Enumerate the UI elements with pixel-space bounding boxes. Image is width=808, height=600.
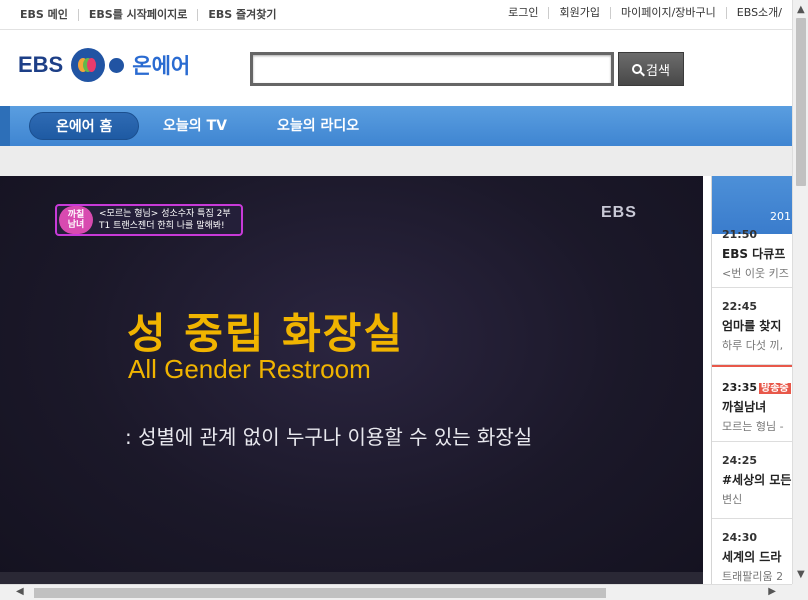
video-title-korean: 성 중립 화장실	[127, 309, 405, 358]
live-badge: 방송중	[759, 383, 791, 394]
show-badge: 까칠 남녀 <모르는 형님> 성소수자 특집 2부 T1 트랜스젠더 한희 나를 …	[55, 204, 243, 236]
link-ebs-about[interactable]: EBS소개/	[725, 7, 792, 19]
utility-right-links: 로그인 회원가입 마이페이지/장바구니 EBS소개/	[498, 7, 792, 19]
schedule-time: 22:45	[722, 300, 758, 313]
schedule-title: EBS 다큐프	[722, 247, 786, 261]
link-set-homepage[interactable]: EBS를 시작페이지로	[77, 9, 198, 21]
nav-spacer	[0, 146, 792, 176]
link-mypage[interactable]: 마이페이지/장바구니	[609, 7, 726, 19]
service-name: 온에어	[132, 54, 191, 78]
schedule-desc: 하루 다섯 끼,	[722, 339, 784, 352]
schedule-item[interactable]: 24:25 #세상의 모든 변신	[712, 442, 792, 519]
vertical-scrollbar[interactable]: ▲ ▼	[792, 0, 808, 584]
schedule-desc: 트래팔리움 2	[722, 570, 784, 583]
tab-onair-home[interactable]: 온에어 홈	[29, 112, 140, 140]
site-header: EBS 온에어 검색	[0, 30, 792, 106]
utility-bar: EBS 메인 EBS를 시작페이지로 EBS 즐겨찾기 로그인 회원가입 마이페…	[0, 0, 792, 30]
show-logo: 까칠 남녀	[59, 206, 93, 234]
nav-edge	[0, 106, 10, 146]
schedule-panel: 201 21:50 EBS 다큐프 <번 이웃 키즈 22:45 엄마를 찾지 …	[711, 176, 792, 586]
schedule-item-now[interactable]: 23:35 방송중 까칠남녀 모르는 형님 -	[712, 365, 792, 442]
link-login[interactable]: 로그인	[498, 7, 548, 19]
vertical-scroll-thumb[interactable]	[796, 18, 806, 186]
horizontal-scrollbar[interactable]: ◀ ▶	[0, 584, 792, 600]
scroll-right-icon[interactable]: ▶	[768, 586, 776, 597]
scroll-left-icon[interactable]: ◀	[16, 586, 24, 597]
scrollbar-corner	[792, 584, 808, 600]
utility-left-links: EBS 메인 EBS를 시작페이지로 EBS 즐겨찾기	[10, 9, 287, 21]
schedule-time: 21:50	[722, 228, 758, 241]
schedule-item[interactable]: 24:30 세계의 드라 트래팔리움 2	[712, 519, 792, 586]
scroll-down-icon[interactable]: ▼	[797, 569, 805, 580]
schedule-item[interactable]: 22:45 엄마를 찾지 하루 다섯 끼,	[712, 288, 792, 365]
badge-text: <모르는 형님> 성소수자 특집 2부 T1 트랜스젠더 한희 나를 말해봐!	[99, 208, 231, 232]
schedule-title: 세계의 드라	[722, 550, 782, 564]
logo-dot-icon	[109, 57, 125, 73]
schedule-time: 23:35 방송중	[722, 367, 792, 394]
ebs-logo-icon	[71, 48, 106, 82]
search-input[interactable]	[250, 52, 614, 86]
ebs-watermark: EBS	[601, 204, 637, 221]
schedule-time: 24:30	[722, 531, 758, 544]
schedule-date: 201	[712, 176, 792, 234]
link-ebs-main[interactable]: EBS 메인	[10, 9, 78, 21]
scroll-up-icon[interactable]: ▲	[797, 4, 805, 15]
video-player[interactable]: 까칠 남녀 <모르는 형님> 성소수자 특집 2부 T1 트랜스젠더 한희 나를 …	[0, 176, 703, 586]
logo-text: EBS	[18, 52, 64, 77]
horizontal-scroll-thumb[interactable]	[34, 588, 606, 598]
schedule-item[interactable]: 21:50 EBS 다큐프 <번 이웃 키즈	[712, 228, 792, 288]
schedule-title: 까칠남녀	[722, 400, 767, 414]
schedule-time: 24:25	[722, 454, 758, 467]
schedule-desc: <번 이웃 키즈	[722, 267, 789, 280]
schedule-time-text: 23:35	[722, 381, 758, 394]
search-icon	[632, 64, 643, 74]
link-add-favorite[interactable]: EBS 즐겨찾기	[197, 9, 286, 21]
schedule-desc: 모르는 형님 -	[722, 420, 784, 433]
tab-today-radio[interactable]: 오늘의 라디오	[277, 112, 359, 140]
search-button-label: 검색	[646, 63, 670, 79]
tab-today-tv[interactable]: 오늘의 TV	[163, 112, 227, 140]
schedule-desc: 변신	[722, 493, 743, 506]
video-title-english: All Gender Restroom	[128, 354, 371, 384]
schedule-title: 엄마를 찾지	[722, 319, 782, 333]
ebs-onair-logo[interactable]: EBS 온에어	[18, 48, 190, 82]
link-signup[interactable]: 회원가입	[548, 7, 609, 19]
badge-line-2: T1 트랜스젠더 한희 나를 말해봐!	[99, 221, 225, 231]
main-nav: 온에어 홈 오늘의 TV 오늘의 라디오	[0, 106, 792, 146]
schedule-title: #세상의 모든	[722, 473, 792, 487]
search-button[interactable]: 검색	[618, 52, 684, 86]
video-subtitle: : 성별에 관계 없이 누구나 이용할 수 있는 화장실	[125, 425, 533, 449]
badge-line-1: <모르는 형님> 성소수자 특집 2부	[99, 209, 231, 219]
